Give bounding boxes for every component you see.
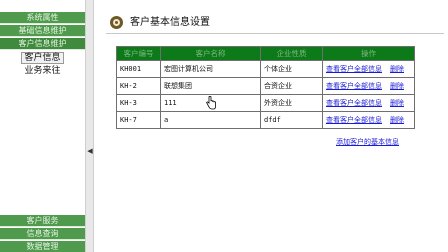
table-row: KH-7 a dfdf 查看客户全部信息 删除 — [116, 111, 415, 129]
column-header-name: 客户名称 — [160, 46, 261, 61]
sidebar-subitem-business[interactable]: 业务来往 — [0, 65, 85, 77]
table-row: KH001 宏图计算机公司 个体企业 查看客户全部信息 删除 — [116, 60, 415, 78]
hand-cursor-icon — [206, 96, 216, 110]
delete-link[interactable]: 删除 — [390, 65, 404, 73]
cell-customer-name: 宏图计算机公司 — [160, 60, 261, 78]
delete-link[interactable]: 删除 — [390, 116, 404, 124]
sidebar-subitem-customer-info[interactable]: 客户信息 — [0, 52, 85, 64]
cell-customer-type: 个体企业 — [260, 60, 323, 78]
collapse-arrow-icon[interactable]: ◀ — [87, 147, 93, 155]
cell-customer-id: KH001 — [116, 60, 161, 78]
cell-customer-name: a — [160, 111, 261, 129]
page-header: 客户基本信息设置 — [106, 12, 444, 34]
sidebar-item-basic-info[interactable]: 基础信息维护 — [0, 25, 85, 37]
table-header-row: 客户编号 客户名称 企业性质 操作 — [116, 46, 415, 61]
cell-actions: 查看客户全部信息 删除 — [322, 77, 415, 95]
cell-actions: 查看客户全部信息 删除 — [322, 94, 415, 112]
sidebar-item-data-management[interactable]: 数据管理 — [0, 241, 85, 252]
view-details-link[interactable]: 查看客户全部信息 — [326, 99, 382, 107]
sidebar-item-customer-service[interactable]: 客户服务 — [0, 215, 85, 227]
sidebar-splitter[interactable]: ◀ — [85, 0, 94, 252]
view-details-link[interactable]: 查看客户全部信息 — [326, 116, 382, 124]
cell-customer-id: KH-2 — [116, 77, 161, 95]
customer-table: 客户编号 客户名称 企业性质 操作 KH001 宏图计算机公司 个体企业 查看客… — [116, 46, 415, 129]
cell-actions: 查看客户全部信息 删除 — [322, 60, 415, 78]
sidebar-item-customer-info-maintenance[interactable]: 客户信息维护 — [0, 38, 85, 50]
cell-customer-id: KH-3 — [116, 94, 161, 112]
delete-link[interactable]: 删除 — [390, 99, 404, 107]
cell-customer-name: 联想集团 — [160, 77, 261, 95]
target-icon — [110, 16, 123, 29]
table-row: KH-2 联想集团 合资企业 查看客户全部信息 删除 — [116, 77, 415, 95]
delete-link[interactable]: 删除 — [390, 82, 404, 90]
column-header-actions: 操作 — [322, 46, 415, 61]
add-customer-link[interactable]: 添加客户的基本信息 — [336, 137, 399, 147]
sidebar-subitem-customer-info-label: 客户信息 — [21, 52, 64, 64]
cell-customer-id: KH-7 — [116, 111, 161, 129]
column-header-id: 客户编号 — [116, 46, 161, 61]
sidebar-item-system-properties[interactable]: 系统属性 — [0, 12, 85, 24]
view-details-link[interactable]: 查看客户全部信息 — [326, 65, 382, 73]
sidebar-item-info-query[interactable]: 信息查询 — [0, 228, 85, 240]
page-title: 客户基本信息设置 — [130, 17, 210, 28]
column-header-type: 企业性质 — [260, 46, 323, 61]
view-details-link[interactable]: 查看客户全部信息 — [326, 82, 382, 90]
sidebar: 系统属性 基础信息维护 客户信息维护 客户信息 业务来往 客户服务 信息查询 数… — [0, 0, 85, 252]
cell-customer-type: 合资企业 — [260, 77, 323, 95]
cell-actions: 查看客户全部信息 删除 — [322, 111, 415, 129]
cell-customer-type: dfdf — [260, 111, 323, 129]
table-row: KH-3 111 外资企业 查看客户全部信息 删除 — [116, 94, 415, 112]
cell-customer-type: 外资企业 — [260, 94, 323, 112]
